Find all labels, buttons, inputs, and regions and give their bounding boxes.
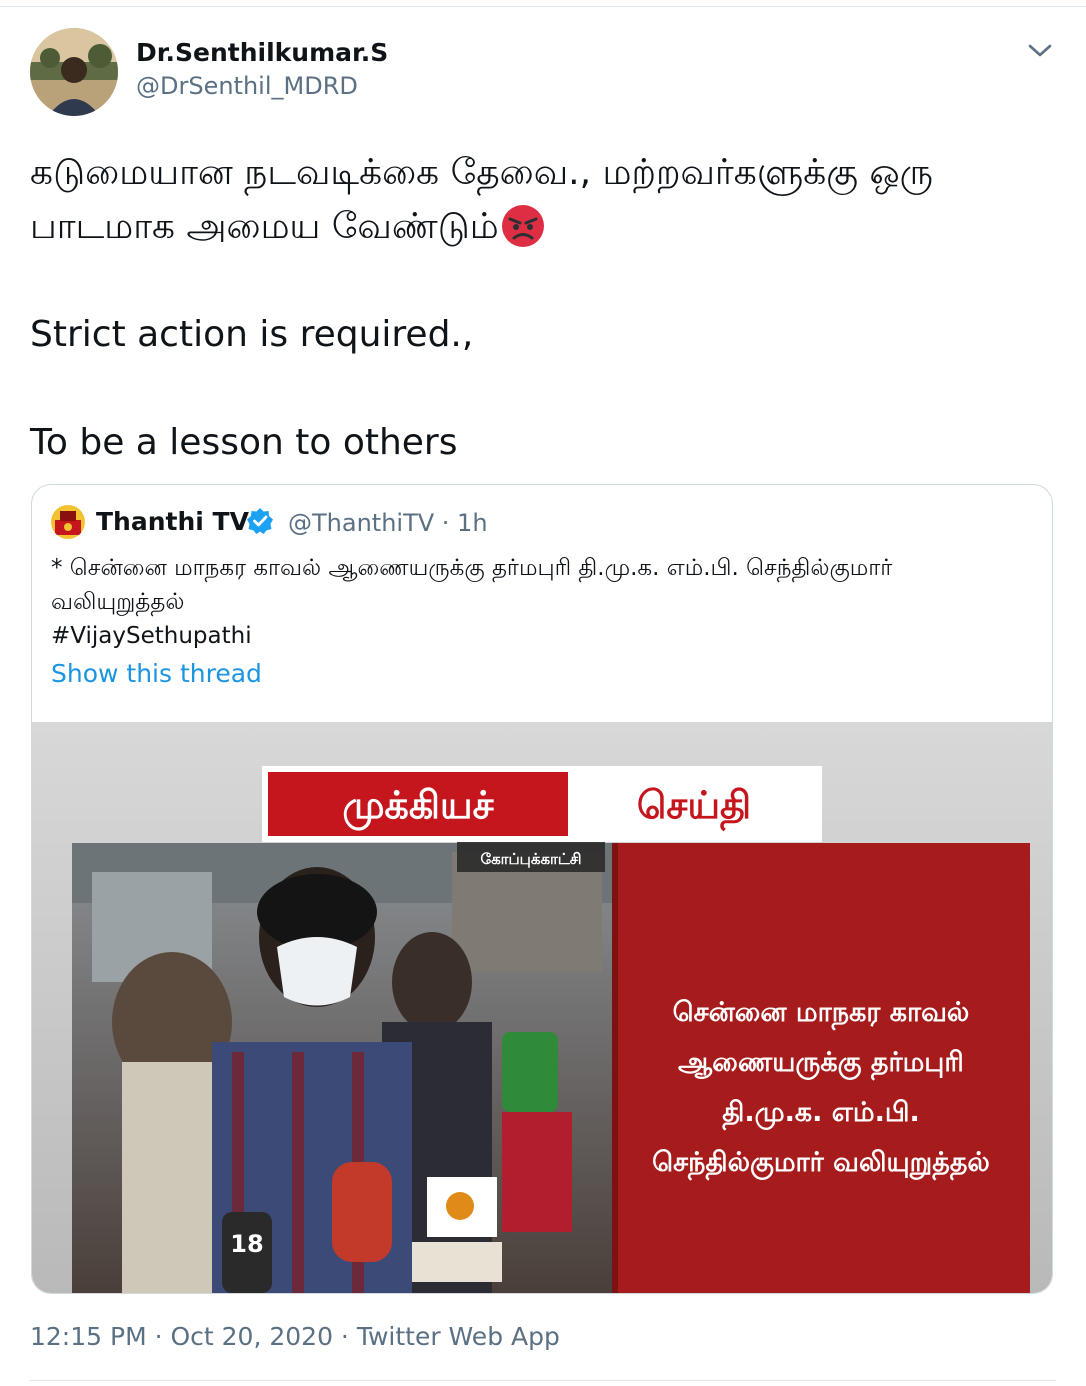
caption-line-1: சென்னை மாநகர காவல் [673,997,970,1031]
quoted-tweet-card[interactable]: Thanthi TV @ThanthiTV · 1h * சென்னை மாநக… [31,484,1053,1294]
tweet-english-line-2: To be a lesson to others [30,422,458,463]
tweet-tamil-line-2-text: பாடமாக அமைய வேண்டும் [30,206,499,247]
verified-badge-icon [246,507,274,535]
caption-line-2: ஆணையருக்கு தர்மபுரி [678,1047,964,1081]
show-thread-link[interactable]: Show this thread [51,659,262,688]
author-handle[interactable]: @DrSenthil_MDRD [136,72,358,100]
angry-face-icon [501,204,545,248]
archive-label: கோப்புக்காட்சி [480,850,581,868]
quoted-handle-time[interactable]: @ThanthiTV · 1h [288,509,488,537]
quoted-text-line-1: * சென்னை மாநகர காவல் ஆணையருக்கு தர்மபுரி… [51,555,893,581]
tweet-meta[interactable]: 12:15 PM · Oct 20, 2020 · Twitter Web Ap… [30,1322,560,1351]
top-divider [0,6,1086,7]
quoted-text: * சென்னை மாநகர காவல் ஆணையருக்கு தர்மபுரி… [51,551,1031,653]
bottom-divider [30,1380,1056,1381]
chevron-down-icon[interactable] [1026,40,1054,62]
tweet-text: கடுமையான நடவடிக்கை தேவை., மற்றவர்களுக்கு… [30,146,1050,470]
tweet-tamil-line-1: கடுமையான நடவடிக்கை தேவை., மற்றவர்களுக்கு… [30,152,933,193]
caption-line-4: செந்தில்குமார் வலியுறுத்தல் [652,1147,990,1181]
author-avatar[interactable] [30,28,118,116]
banner-part-2: செய்தி [637,783,751,831]
tweet-english-line-1: Strict action is required., [30,314,474,355]
author-display-name[interactable]: Dr.Senthilkumar.S [136,38,388,67]
quoted-hashtag[interactable]: #VijaySethupathi [51,619,1031,653]
banner-part-1: முக்கியச் [342,783,494,831]
quoted-media-image[interactable]: 18 கோப்புக்காட்சி சென்னை மாநகர காவல் ஆணை… [32,722,1052,1293]
quoted-display-name[interactable]: Thanthi TV [96,507,249,536]
thanthi-tv-logo [51,505,85,539]
mic-number: 18 [230,1230,263,1258]
tweet-tamil-line-2: பாடமாக அமைய வேண்டும் [30,200,1050,254]
caption-line-3: தி.மு.க. எம்.பி. [722,1097,919,1131]
quoted-text-line-2: வலியுறுத்தல் [51,589,185,615]
